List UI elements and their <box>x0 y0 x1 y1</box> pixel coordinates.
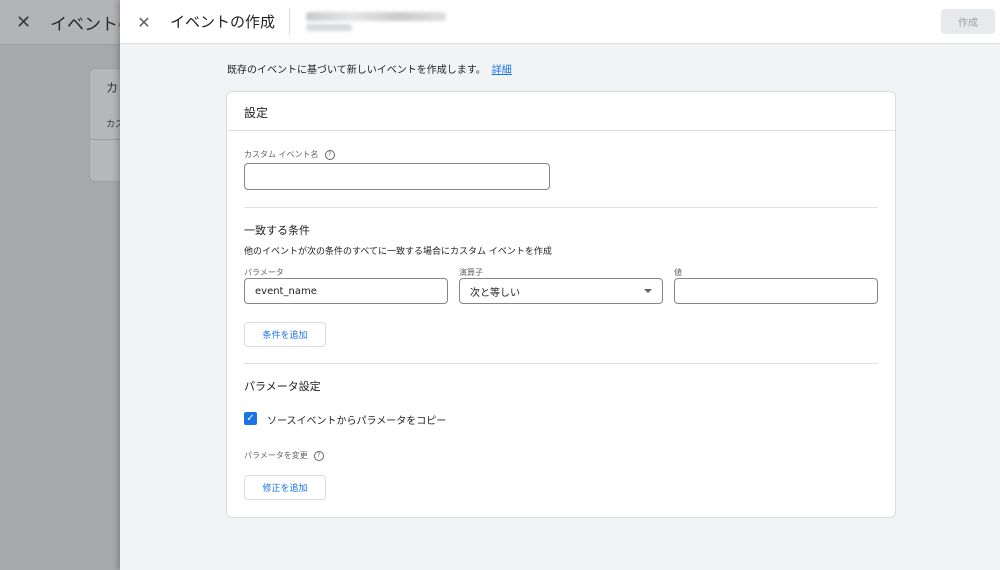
settings-divider <box>227 130 895 131</box>
operator-label: 演算子 <box>459 268 483 277</box>
intro-text: 既存のイベントに基づいて新しいイベントを作成します。 詳細 <box>227 61 512 76</box>
add-condition-button[interactable]: 条件を追加 <box>244 322 326 347</box>
panel-title: イベントの作成 <box>170 13 276 31</box>
create-button[interactable]: 作成 <box>941 9 995 34</box>
background-card-title: カ <box>106 81 119 95</box>
header-divider <box>289 8 290 35</box>
value-label: 値 <box>674 268 682 277</box>
operator-select-value: 次と等しい <box>470 287 520 299</box>
close-icon[interactable]: ✕ <box>134 12 154 32</box>
value-input[interactable] <box>674 278 878 304</box>
section-divider-1 <box>244 207 878 208</box>
custom-event-name-input[interactable] <box>244 163 550 190</box>
section-divider-2 <box>244 363 878 364</box>
modify-parameters-label-text: パラメータを変更 <box>244 451 308 460</box>
copy-parameters-label: ソースイベントからパラメータをコピー <box>267 416 447 427</box>
create-event-panel: ✕ イベントの作成 作成 既存のイベントに基づいて新しいイベントを作成します。詳… <box>120 0 1000 570</box>
custom-event-name-label: カスタム イベント名? <box>244 149 335 160</box>
background-close-icon: ✕ <box>16 12 32 33</box>
panel-header: ✕ イベントの作成 作成 <box>120 0 1000 44</box>
modify-parameters-label: パラメータを変更? <box>244 450 324 461</box>
settings-title: 設定 <box>244 106 269 120</box>
learn-more-link[interactable]: 詳細 <box>492 65 512 76</box>
blurred-property-name <box>306 12 446 21</box>
background-card-divider <box>90 139 120 140</box>
help-icon[interactable]: ? <box>324 149 335 160</box>
parameter-input[interactable]: event_name <box>244 278 448 304</box>
operator-select[interactable]: 次と等しい <box>459 278 663 304</box>
help-icon[interactable]: ? <box>313 450 324 461</box>
blurred-property-id <box>306 24 352 31</box>
intro-description: 既存のイベントに基づいて新しいイベントを作成します。 <box>227 65 486 76</box>
dropdown-caret-icon <box>644 289 652 293</box>
match-conditions-title: 一致する条件 <box>244 224 310 237</box>
parameter-label: パラメータ <box>244 268 284 277</box>
parameter-settings-title: パラメータ設定 <box>244 380 321 393</box>
settings-card: 設定 カスタム イベント名? 一致する条件 他のイベントが次の条件のすべてに一致… <box>226 91 896 518</box>
add-modification-button[interactable]: 修正を追加 <box>244 475 326 500</box>
copy-parameters-checkbox[interactable]: ✓ <box>244 412 257 425</box>
checkmark-icon: ✓ <box>246 412 255 424</box>
match-conditions-description: 他のイベントが次の条件のすべてに一致する場合にカスタム イベントを作成 <box>244 247 552 257</box>
custom-event-name-label-text: カスタム イベント名 <box>244 150 319 159</box>
